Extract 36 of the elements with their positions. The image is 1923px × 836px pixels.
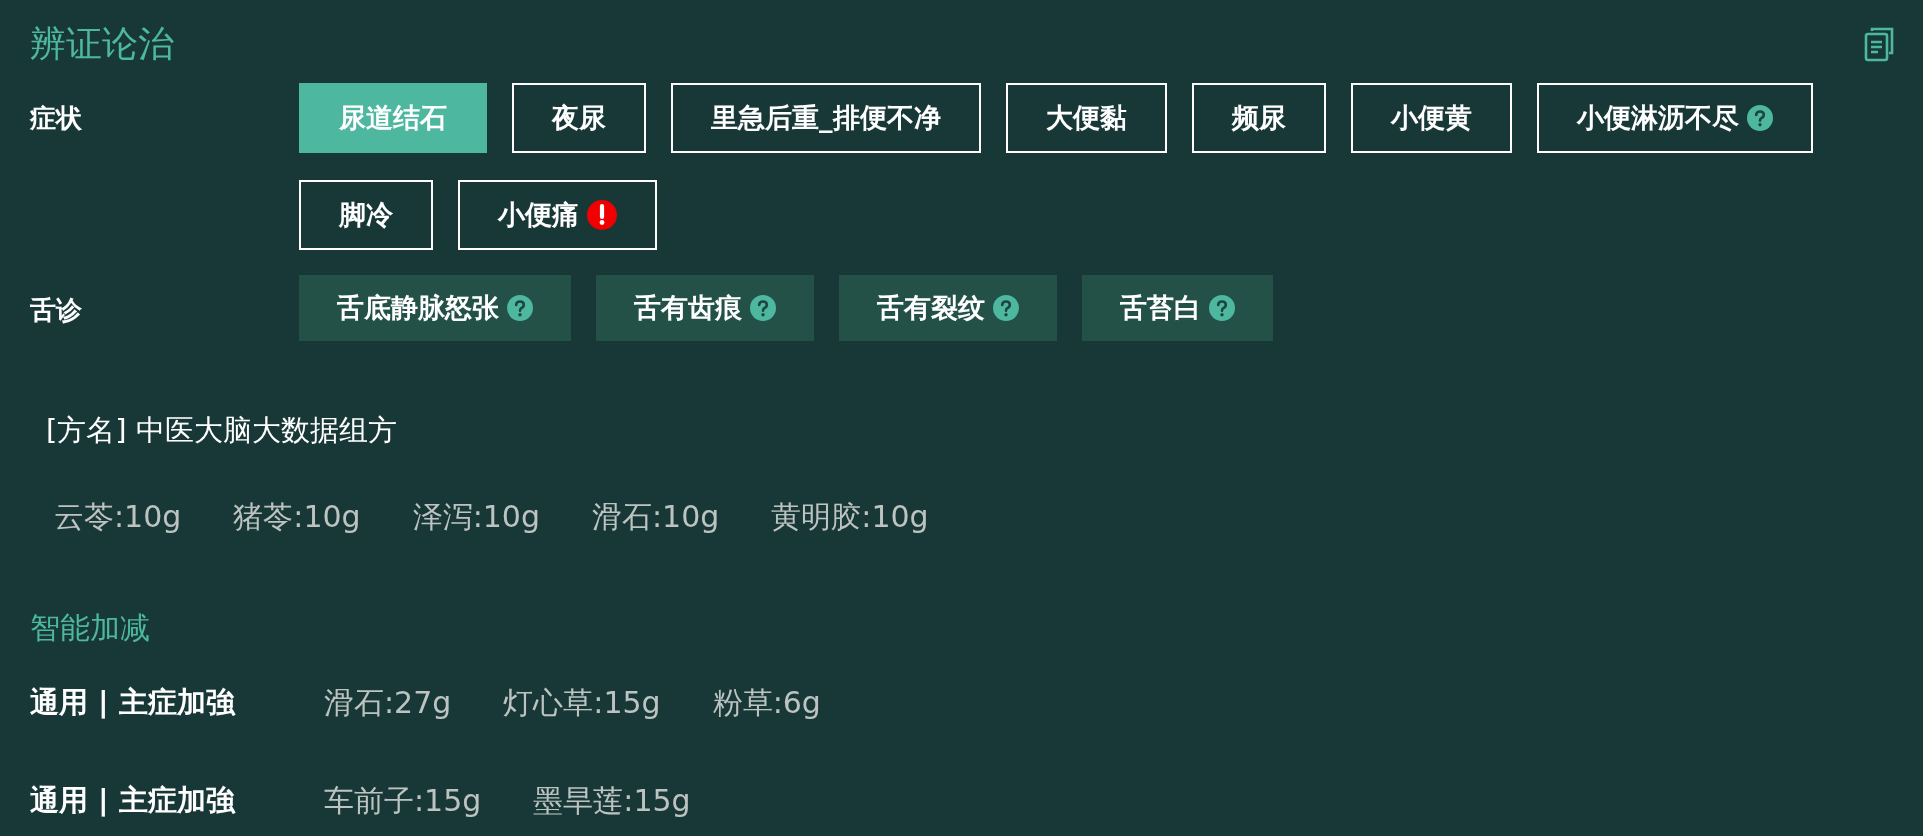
herb-dose: 泽泻:10g bbox=[412, 498, 540, 536]
symptom-tag[interactable]: 脚冷 bbox=[299, 180, 433, 250]
symptom-tag[interactable]: 小便淋沥不尽 bbox=[1536, 83, 1813, 153]
herb-dose: 黄明胶:10g bbox=[771, 498, 929, 536]
panel-title: 辨证论治 bbox=[30, 21, 174, 66]
symptom-tag[interactable]: 频尿 bbox=[1191, 83, 1326, 153]
symptom-tag[interactable]: 小便痛 bbox=[458, 180, 657, 250]
section-label: 症状 bbox=[30, 102, 83, 135]
rule-label: 通用 | 主症加強 bbox=[30, 782, 237, 819]
symptom-tag[interactable]: 小便黄 bbox=[1350, 83, 1512, 153]
section-label: 舌诊 bbox=[30, 294, 83, 327]
help-icon bbox=[1746, 105, 1773, 131]
help-icon bbox=[750, 295, 776, 321]
herb-dose: 滑石:27g bbox=[324, 683, 452, 722]
symptom-tag[interactable]: 舌苔白 bbox=[1082, 275, 1273, 341]
herb-dose: 车前子:15g bbox=[324, 781, 482, 820]
symptom-tag[interactable]: 大便黏 bbox=[1005, 83, 1167, 153]
herb-dose: 粉草:6g bbox=[712, 683, 821, 722]
formula-name: [方名] 中医大脑大数据组方 bbox=[46, 412, 398, 449]
symptom-tag[interactable]: 夜尿 bbox=[512, 83, 646, 153]
symptom-tag[interactable]: 舌有齿痕 bbox=[596, 275, 814, 341]
herb-dose: 云苓:10g bbox=[54, 498, 182, 536]
symptom-tag[interactable]: 里急后重_排便不净 bbox=[671, 83, 981, 153]
herb-dose: 猪苓:10g bbox=[233, 498, 361, 536]
herb-dose: 墨旱莲:15g bbox=[533, 781, 691, 820]
alert-icon bbox=[587, 200, 617, 230]
herb-dose: 灯心草:15g bbox=[503, 683, 661, 722]
symptom-tag[interactable]: 舌底静脉怒张 bbox=[299, 275, 571, 341]
symptom-tag[interactable]: 舌有裂纹 bbox=[839, 275, 1057, 341]
help-icon bbox=[507, 295, 533, 321]
rule-label: 通用 | 主症加強 bbox=[30, 684, 237, 721]
copy-icon[interactable] bbox=[1863, 26, 1895, 62]
herb-dose: 滑石:10g bbox=[592, 498, 720, 536]
help-icon bbox=[1209, 295, 1235, 321]
help-icon bbox=[993, 295, 1019, 321]
section-heading: 智能加减 bbox=[30, 609, 151, 647]
